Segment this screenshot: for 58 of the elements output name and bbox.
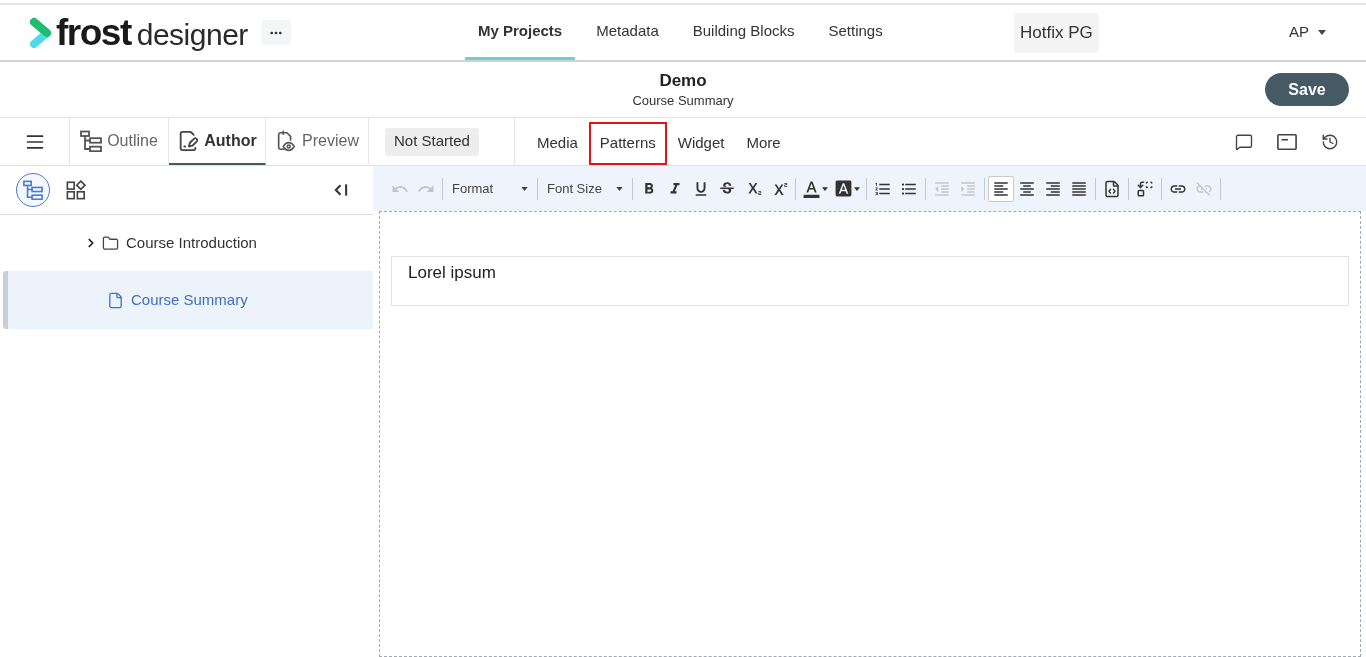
tree-item[interactable]: Course Summary bbox=[3, 271, 373, 329]
tree-item[interactable]: Course Introduction bbox=[3, 215, 373, 271]
caret-icon bbox=[616, 186, 623, 191]
caret-icon bbox=[854, 186, 860, 191]
logo-icon bbox=[29, 16, 53, 49]
folder-icon bbox=[102, 234, 119, 252]
justify-icon bbox=[1070, 179, 1088, 198]
collapse-icon bbox=[332, 183, 348, 197]
nav-tab[interactable]: Settings bbox=[815, 5, 896, 60]
menu-item[interactable]: Media bbox=[526, 122, 589, 165]
nav-tab[interactable]: Metadata bbox=[583, 5, 672, 60]
nav-tab[interactable]: My Projects bbox=[465, 5, 576, 60]
more-icon bbox=[270, 30, 283, 35]
align-right-icon bbox=[1044, 179, 1062, 198]
mode-tab[interactable]: Outline bbox=[70, 118, 169, 165]
file-eye-icon bbox=[275, 129, 298, 152]
shapes-icon bbox=[66, 180, 86, 200]
project-title: Demo bbox=[659, 69, 707, 92]
tree-item-label: Course Summary bbox=[131, 289, 248, 310]
caret-icon bbox=[822, 186, 828, 191]
align-left-button[interactable] bbox=[988, 175, 1014, 202]
outdent-icon bbox=[933, 179, 951, 198]
status-badge: Not Started bbox=[385, 127, 479, 156]
tree-icon bbox=[80, 129, 103, 152]
tree-view-button[interactable] bbox=[16, 173, 50, 207]
block-text: Lorel ipsum bbox=[408, 263, 496, 282]
text-color-icon bbox=[802, 179, 821, 198]
comment-icon bbox=[1234, 132, 1254, 151]
page-subtitle: Course Summary bbox=[632, 91, 734, 110]
file-pen-icon bbox=[177, 129, 200, 152]
text-block[interactable]: Lorel ipsum bbox=[391, 256, 1349, 306]
align-center-icon bbox=[1018, 179, 1036, 198]
format-dropdown[interactable]: Format bbox=[446, 175, 534, 202]
user-menu-button[interactable]: AP bbox=[1289, 21, 1326, 44]
font-size-dropdown[interactable]: Font Size bbox=[541, 175, 629, 202]
source-code-icon bbox=[1103, 179, 1121, 198]
background-color-icon bbox=[834, 179, 853, 198]
unlink-icon bbox=[1195, 179, 1213, 198]
align-left-icon bbox=[992, 179, 1010, 198]
mode-tab[interactable]: Preview bbox=[266, 118, 369, 165]
menu-item[interactable]: Patterns bbox=[588, 122, 667, 165]
history-icon bbox=[1320, 132, 1340, 151]
caret-icon bbox=[1318, 30, 1326, 35]
nav-tab[interactable]: Building Blocks bbox=[679, 5, 808, 60]
logo-text: frost designer bbox=[56, 14, 248, 51]
save-button[interactable]: Save bbox=[1265, 73, 1349, 106]
workspace-button[interactable]: Hotfix PG bbox=[1014, 12, 1099, 53]
menu-item[interactable]: Widget bbox=[666, 122, 736, 165]
caret-icon bbox=[521, 186, 528, 191]
menu-item[interactable]: More bbox=[735, 122, 792, 165]
panel-icon bbox=[1277, 132, 1297, 151]
tree-icon bbox=[23, 180, 43, 200]
replace-icon bbox=[1136, 179, 1154, 198]
mode-tab[interactable]: Author bbox=[169, 118, 266, 165]
indent-icon bbox=[959, 179, 977, 198]
tree-item-label: Course Introduction bbox=[126, 232, 257, 253]
more-button[interactable] bbox=[261, 20, 291, 45]
file-icon bbox=[107, 291, 124, 309]
